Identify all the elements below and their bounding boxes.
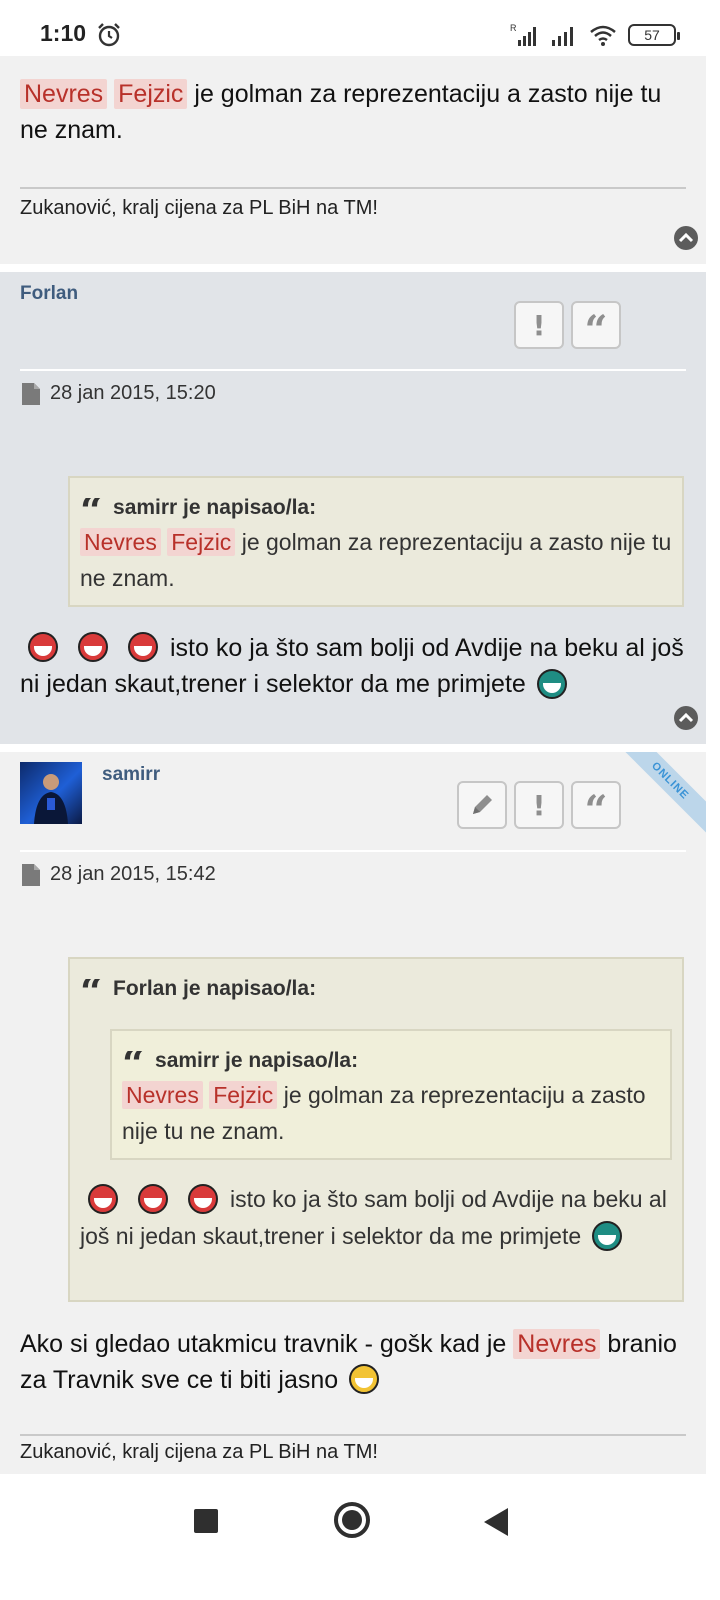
wifi-icon [590, 25, 616, 46]
quote-icon: “ [584, 787, 608, 834]
post-body: isto ko ja što sam bolji od Avdije na be… [20, 630, 686, 703]
highlight-term: Nevres [513, 1329, 601, 1359]
grin-emoji-icon [591, 1220, 622, 1251]
post-author[interactable]: samirr [102, 764, 160, 786]
post-date: 28 jan 2015, 15:20 [50, 382, 216, 404]
status-indicators: R 57 [510, 20, 680, 50]
quote-author: samirr je napisao/la: [155, 1049, 359, 1072]
post-date: 28 jan 2015, 15:42 [50, 863, 216, 885]
quote-text: Nevres Fejzic je golman za reprezentacij… [122, 1077, 660, 1149]
laughing-emoji-icon [78, 632, 108, 663]
smile-emoji-icon [349, 1364, 380, 1395]
player-photo [34, 774, 68, 824]
nested-quote-block: “ samirr je napisao/la: Nevres Fejzic je… [110, 1029, 672, 1160]
quote-text: Nevres Fejzic je golman za reprezentacij… [80, 524, 672, 596]
report-button[interactable]: ! [514, 301, 564, 349]
signature-divider [20, 1434, 686, 1436]
laughing-emoji-icon [28, 632, 58, 663]
quote-block: “ samirr je napisao/la: Nevres Fejzic je… [68, 476, 684, 607]
highlight-term: Fejzic [167, 528, 236, 556]
highlight-term: Fejzic [209, 1081, 278, 1109]
quote-button[interactable]: “ [571, 301, 621, 354]
post-forlan: Forlan ! “ 28 jan 2015, 15:20 “ samirr j… [0, 272, 706, 744]
status-bar: 1:10 R 57 [0, 0, 720, 56]
quote-author: Forlan je napisao/la: [113, 977, 317, 1000]
quote-block: “ Forlan je napisao/la: “ samirr je napi… [68, 957, 684, 1302]
post-divider [20, 850, 686, 852]
highlight-term: Nevres [80, 528, 161, 556]
home-button[interactable] [334, 1502, 370, 1538]
quote-icon: “ [584, 307, 608, 354]
signal-r-icon: R [510, 23, 536, 46]
signature: Zukanović, kralj cijena za PL BiH na TM! [20, 197, 378, 219]
online-badge: ONLINE [612, 752, 706, 839]
back-button[interactable] [484, 1508, 508, 1536]
file-icon [22, 864, 40, 886]
signal-icon [552, 27, 573, 46]
exclamation-icon: ! [532, 308, 546, 342]
alarm-clock-icon [98, 23, 120, 47]
avatar[interactable] [20, 762, 82, 824]
quote-header: “ samirr je napisao/la: [122, 1043, 358, 1079]
scrollbar-track[interactable] [706, 56, 720, 1474]
back-to-top-button[interactable] [674, 706, 698, 730]
signature: Zukanović, kralj cijena za PL BiH na TM! [20, 1441, 378, 1463]
quote-icon: “ [80, 979, 104, 1007]
highlight-term: Nevres [20, 79, 108, 109]
back-to-top-button[interactable] [674, 226, 698, 250]
edit-button[interactable] [457, 781, 507, 829]
post-text: Ako si gledao utakmicu travnik - gošk ka… [20, 1330, 514, 1358]
quote-text: isto ko ja što sam bolji od Avdije na be… [80, 1181, 672, 1255]
system-navigation-bar [0, 1476, 720, 1600]
highlight-term: Fejzic [114, 79, 188, 109]
quote-icon: “ [122, 1051, 146, 1079]
quote-button[interactable]: “ [571, 781, 621, 834]
file-icon [22, 383, 40, 405]
laughing-emoji-icon [188, 1183, 218, 1214]
recent-apps-button[interactable] [194, 1509, 218, 1533]
chevron-up-icon [678, 232, 694, 243]
post-body: Ako si gledao utakmicu travnik - gošk ka… [20, 1326, 686, 1398]
post-divider [20, 369, 686, 371]
laughing-emoji-icon [128, 632, 158, 663]
grin-emoji-icon [536, 668, 567, 699]
quote-header: “ samirr je napisao/la: [80, 490, 316, 526]
post-samirr: samirr ONLINE ! “ 28 jan 2015, 15:42 “ F… [0, 752, 706, 1474]
pencil-icon [473, 795, 492, 814]
highlight-term: Nevres [122, 1081, 203, 1109]
status-time: 1:10 [40, 20, 87, 46]
svg-text:R: R [510, 23, 517, 33]
report-button[interactable]: ! [514, 781, 564, 829]
laughing-emoji-icon [88, 1183, 118, 1214]
battery-indicator: 57 [628, 24, 680, 46]
chevron-up-icon [678, 712, 694, 723]
post-samirr-previous: Nevres Fejzic je golman za reprezentacij… [0, 56, 706, 264]
post-author[interactable]: Forlan [20, 283, 78, 305]
post-text: isto ko ja što sam bolji od Avdije na be… [20, 634, 684, 699]
quote-author: samirr je napisao/la: [113, 496, 317, 519]
quote-body: isto ko ja što sam bolji od Avdije na be… [80, 1186, 667, 1249]
quote-icon: “ [80, 498, 104, 526]
exclamation-icon: ! [532, 788, 546, 822]
signature-divider [20, 187, 686, 189]
quote-header: “ Forlan je napisao/la: [80, 971, 316, 1007]
laughing-emoji-icon [138, 1183, 168, 1214]
post-body: Nevres Fejzic je golman za reprezentacij… [20, 76, 686, 148]
